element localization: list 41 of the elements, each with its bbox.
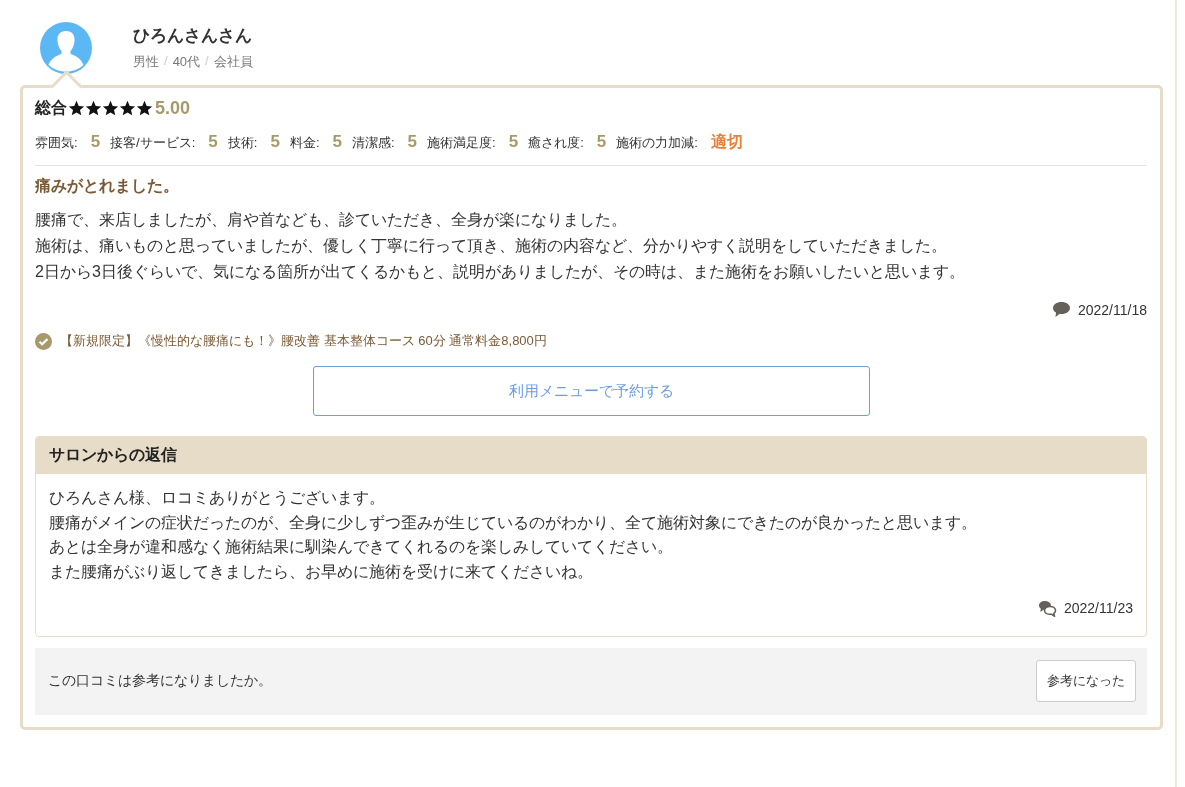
rating-label: 技術: xyxy=(227,134,258,152)
rating-value: 5 xyxy=(508,132,519,152)
rating-value: 5 xyxy=(270,132,280,152)
separator-slash: / xyxy=(205,53,209,70)
rating-value: 5 xyxy=(332,132,342,152)
reviewer-name: ひろんさんさん xyxy=(133,25,253,47)
overall-score: 5.00 xyxy=(155,98,191,119)
reviewer-attribute: 男性 xyxy=(133,53,159,71)
reviewer-attribute: 会社員 xyxy=(213,53,253,71)
star-icon xyxy=(68,100,85,117)
rating-value: 5 xyxy=(407,132,418,152)
rating-label: 癒され度: xyxy=(528,134,584,152)
star-icon xyxy=(102,100,119,117)
avatar-icon xyxy=(40,22,92,74)
post-date: 2022/11/23 xyxy=(1063,599,1133,618)
speech-bubble-icon xyxy=(1051,301,1071,318)
rating-label: 清潔感: xyxy=(352,134,395,152)
chat-bubbles-icon xyxy=(1037,599,1057,617)
separator-slash: / xyxy=(164,53,168,70)
rating-label: 料金: xyxy=(289,134,320,152)
post-date: 2022/11/18 xyxy=(1077,301,1147,318)
reply-text: ひろんさん様、ロコミありがとうございます。 腰痛がメインの症状だったのが、全身に少しずつ歪みが生じているのがわかり、全て施術対象にできたのが良かったと思います。 あとは全身が違和感なく施術結果に馴染んできてくれるのを楽しみしていてください。 また腰痛がぶり返してきましたら、お早めに施術を受けに来てくださいね。 xyxy=(49,488,978,582)
star-icon xyxy=(85,100,102,117)
rating-value: 5 xyxy=(596,132,607,152)
star-icon xyxy=(119,100,136,117)
reply-heading: サロンからの返信 xyxy=(36,437,1146,474)
rating-label: 接客/サービス: xyxy=(110,134,196,152)
helpful-button[interactable]: 参考になった xyxy=(1036,659,1136,702)
helpful-question: この口コミは参考になりましたか。 xyxy=(48,671,272,690)
rating-label: 施術の力加減: xyxy=(616,134,698,152)
review-text: 腰痛で、来店しましたが、肩や首なども、診ていただき、全身が楽になりました。 施術は、痛いものと思っていましたが、優しく丁寧に行って頂き、施術の内容など、分かりやすく説明をしていただきました。 2日から3日後ぐらいで、気になる箇所が出てくるかもと、説明がありましたが、その時は、また施術をお願いしたいと思います。 xyxy=(35,210,966,282)
star-icon xyxy=(136,100,153,117)
rating-value: 5 xyxy=(208,132,218,152)
rating-label: 施術満足度: xyxy=(427,134,496,152)
review-title: 痛みがとれました。 xyxy=(35,176,180,196)
menu-name: 【新規限定】《慢性的な腰痛にも！》腰改善 基本整体コース 60分 通常料金8,800円 xyxy=(60,332,547,350)
rating-value: 5 xyxy=(90,132,101,152)
rating-value: 適切 xyxy=(710,132,743,152)
overall-label: 総合 xyxy=(35,98,67,118)
reviewer-attribute: 40代 xyxy=(172,53,201,71)
rating-label: 雰囲気: xyxy=(35,134,78,152)
